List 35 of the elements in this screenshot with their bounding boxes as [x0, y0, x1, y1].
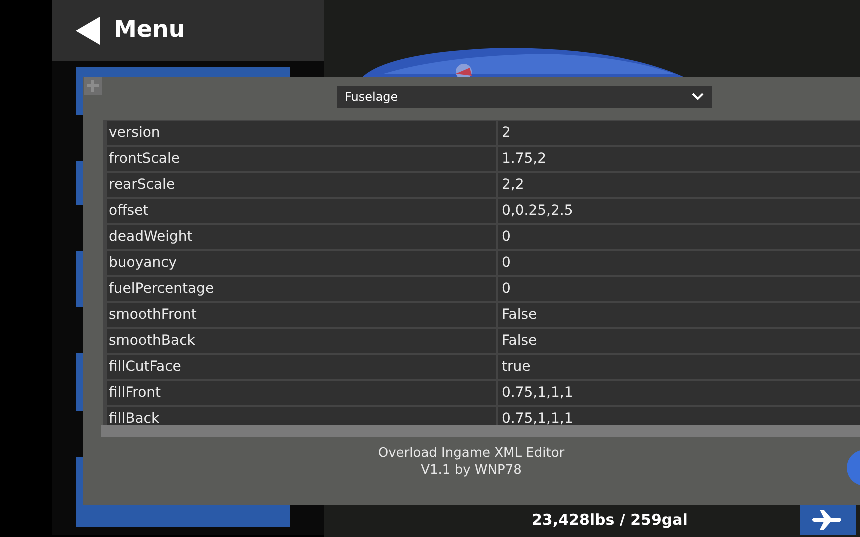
airplane-button[interactable]: [800, 505, 856, 535]
property-name-cell: fillFront: [107, 381, 496, 405]
menu-title: Menu: [114, 16, 186, 46]
back-arrow-icon[interactable]: [76, 16, 102, 44]
property-value-cell[interactable]: 0,0.25,2.5: [498, 199, 860, 223]
property-value-cell[interactable]: 2,2: [498, 173, 860, 197]
property-value-cell[interactable]: 0.75,1,1,1: [498, 381, 860, 405]
property-name-cell: frontScale: [107, 147, 496, 171]
property-value-cell[interactable]: 0.75,1,1,1: [498, 407, 860, 425]
property-name-cell: smoothBack: [107, 329, 496, 353]
property-name-cell: smoothFront: [107, 303, 496, 327]
chevron-down-icon: [692, 93, 704, 101]
property-value-cell[interactable]: False: [498, 329, 860, 353]
property-value-cell[interactable]: 1.75,2: [498, 147, 860, 171]
property-value-cell[interactable]: 0: [498, 277, 860, 301]
part-dropdown[interactable]: Fuselage: [337, 86, 712, 108]
property-name-cell: deadWeight: [107, 225, 496, 249]
property-value-cell[interactable]: 0: [498, 225, 860, 249]
property-name-cell: fuelPercentage: [107, 277, 496, 301]
credits-text: Overload Ingame XML Editor: [378, 445, 565, 462]
property-value-cell[interactable]: true: [498, 355, 860, 379]
property-name-cell: fillCutFace: [107, 355, 496, 379]
weight-fuel-text: 23,428lbs / 259gal: [532, 510, 688, 531]
property-value-cell[interactable]: 2: [498, 121, 860, 145]
property-name-cell: rearScale: [107, 173, 496, 197]
property-name-cell: offset: [107, 199, 496, 223]
airplane-icon: [812, 509, 844, 531]
property-name-cell: buoyancy: [107, 251, 496, 275]
property-name-cell: fillBack: [107, 407, 496, 425]
property-value-cell[interactable]: False: [498, 303, 860, 327]
horizontal-scrollbar[interactable]: [101, 425, 860, 437]
property-name-cell: version: [107, 121, 496, 145]
move-handle-icon[interactable]: [84, 77, 102, 95]
property-value-cell[interactable]: 0: [498, 251, 860, 275]
credits-text: V1.1 by WNP78: [421, 462, 522, 479]
